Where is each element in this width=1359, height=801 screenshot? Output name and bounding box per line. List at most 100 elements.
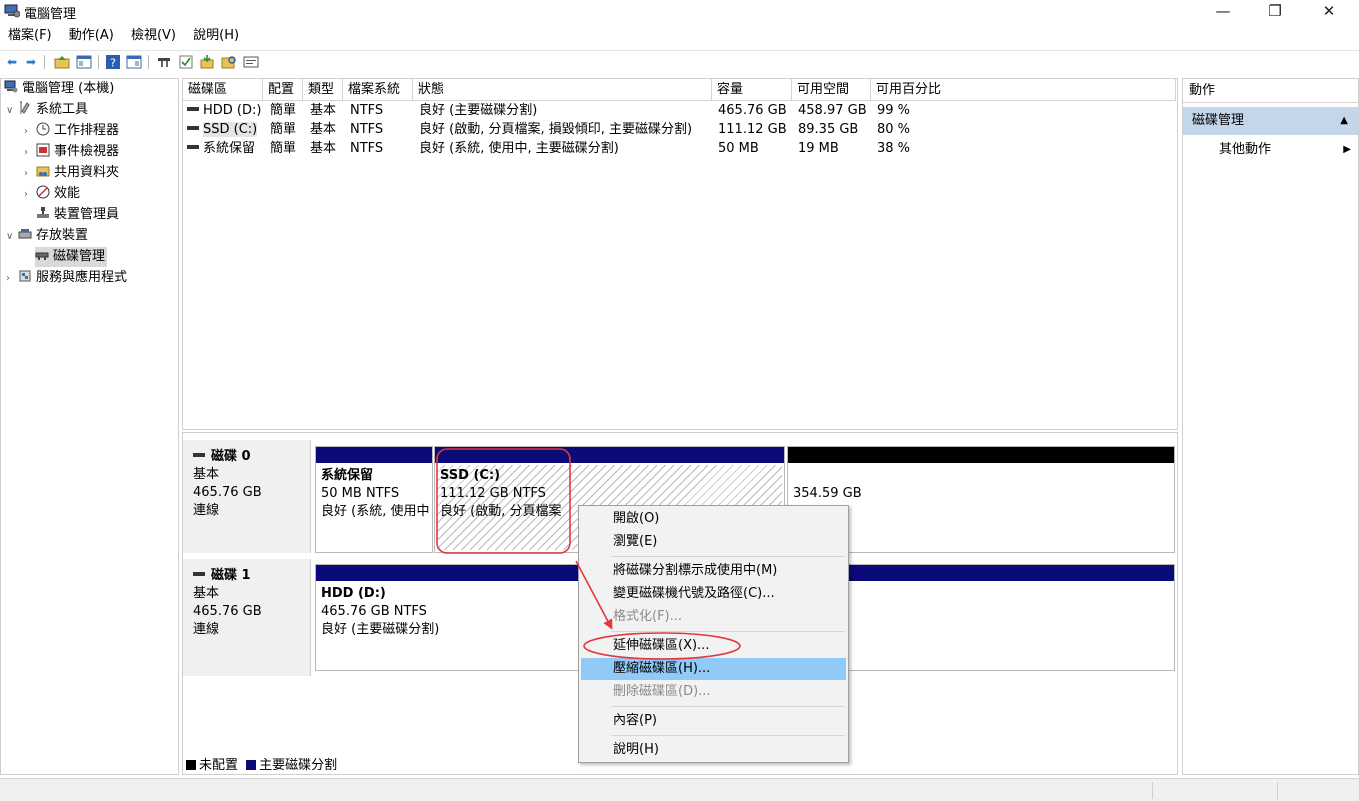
tree-label: 服務與應用程式 (36, 270, 128, 285)
cell-free-space: 19 MB (798, 141, 839, 156)
menu-item-change-drive-letter[interactable]: 變更磁碟機代號及路徑(C)... (581, 583, 846, 605)
chevron-right-icon[interactable]: › (6, 269, 18, 289)
menu-item-delete-volume[interactable]: 刪除磁碟區(D)... (581, 681, 846, 703)
partition-status: 良好 (系統, 使用中 (321, 504, 430, 519)
back-arrow-icon[interactable]: ⬅ (4, 54, 20, 70)
tree-item-performance[interactable]: › 效能 (24, 184, 80, 204)
close-icon: ✕ (1322, 2, 1336, 20)
disk-name: 磁碟 1 (211, 568, 251, 583)
menu-action[interactable]: 動作(A) (61, 26, 119, 46)
legend-swatch-primary (246, 760, 257, 770)
toolbar: ⬅ ➡ ? (0, 50, 1359, 72)
close-button[interactable]: ✕ (1306, 0, 1352, 24)
cell-percent-free: 80 % (877, 122, 911, 137)
menu-item-explore[interactable]: 瀏覽(E) (581, 531, 846, 553)
disk-0-label[interactable]: 磁碟 0 基本 465.76 GB 連線 (183, 440, 311, 553)
actions-pane: 動作 磁碟管理 ▲ 其他動作 ▶ (1182, 78, 1359, 775)
tree-item-task-scheduler[interactable]: › 工作排程器 (24, 121, 119, 141)
show-action-pane-icon[interactable] (126, 54, 142, 70)
show-hide-tree-icon[interactable] (76, 54, 92, 70)
tools-icon (20, 101, 30, 114)
col-header-filesystem[interactable]: 檔案系統 (343, 79, 413, 101)
restore-icon: ❐ (1268, 2, 1282, 20)
chevron-right-icon[interactable]: › (24, 164, 36, 184)
disk-status: 連線 (193, 503, 220, 518)
tree-item-event-viewer[interactable]: › 事件檢視器 (24, 142, 119, 162)
menu-item-format[interactable]: 格式化(F)... (581, 606, 846, 628)
forward-arrow-icon[interactable]: ➡ (23, 54, 39, 70)
tree-item-root[interactable]: 電腦管理 (本機) (4, 79, 114, 99)
cell-volume: SSD (C:) (187, 120, 258, 139)
connect-icon[interactable] (156, 54, 172, 70)
cell-capacity: 111.12 GB (718, 122, 787, 137)
more-actions-item[interactable]: 其他動作 ▶ (1219, 137, 1357, 163)
restore-button[interactable]: ❐ (1252, 0, 1298, 24)
tree-item-disk-management[interactable]: 磁碟管理 (35, 247, 108, 267)
tree-item-device-manager[interactable]: 裝置管理員 (36, 205, 119, 225)
check-icon[interactable] (178, 54, 194, 70)
legend-primary: 主要磁碟分割 (259, 758, 338, 773)
menu-item-open[interactable]: 開啟(O) (581, 508, 846, 530)
cell-filesystem: NTFS (350, 103, 384, 118)
minimize-button[interactable]: — (1200, 0, 1246, 24)
menu-item-properties[interactable]: 內容(P) (581, 710, 846, 732)
tree-item-system-tools[interactable]: ∨ 系統工具 (6, 100, 88, 120)
chevron-down-icon[interactable]: ∨ (6, 101, 18, 121)
tree-label: 效能 (54, 186, 81, 201)
partition-size: 50 MB NTFS (321, 486, 400, 501)
menu-item-shrink-volume[interactable]: 壓縮磁碟區(H)... (581, 658, 846, 680)
partition-color-bar (316, 447, 432, 463)
folder-search-icon[interactable] (221, 54, 237, 70)
col-header-type[interactable]: 類型 (303, 79, 343, 101)
up-folder-icon[interactable] (54, 54, 70, 70)
minimize-icon: — (1215, 2, 1231, 20)
tree-label: 系統工具 (36, 102, 89, 117)
chevron-right-icon: ▶ (1343, 144, 1351, 155)
menu-item-mark-active[interactable]: 將磁碟分割標示成使用中(M) (581, 560, 846, 582)
col-header-percent-free[interactable]: 可用百分比 (871, 79, 1176, 101)
actions-section-disk-management[interactable]: 磁碟管理 ▲ (1183, 107, 1358, 135)
col-header-status[interactable]: 狀態 (413, 79, 712, 101)
help-icon[interactable]: ? (105, 54, 121, 70)
menu-help[interactable]: 說明(H) (185, 26, 244, 46)
partition-system-reserved[interactable]: 系統保留 50 MB NTFS 良好 (系統, 使用中 (315, 446, 433, 553)
chevron-right-icon[interactable]: › (24, 122, 36, 142)
tree-label: 裝置管理員 (54, 207, 120, 222)
disk-size: 465.76 GB (193, 604, 262, 619)
disk-icon (193, 453, 205, 457)
cell-free-space: 89.35 GB (798, 122, 859, 137)
tree-label: 磁碟管理 (53, 249, 106, 264)
cell-volume: 系統保留 (187, 139, 255, 158)
tree-item-shared-folders[interactable]: › 共用資料夾 (24, 163, 119, 183)
col-header-free-space[interactable]: 可用空間 (792, 79, 871, 101)
col-header-capacity[interactable]: 容量 (712, 79, 792, 101)
clock-icon (36, 122, 50, 136)
computer-management-icon (4, 80, 18, 93)
tree-item-services-apps[interactable]: › 服務與應用程式 (6, 268, 127, 288)
partition-name: 系統保留 (321, 468, 374, 483)
console-tree: 電腦管理 (本機) ∨ 系統工具 › 工作排程器 › 事件檢視器 › 共用資料夾 › 效能… (0, 78, 179, 775)
disk-name: 磁碟 0 (211, 449, 251, 464)
device-manager-icon (37, 207, 49, 218)
collapse-up-icon[interactable]: ▲ (1340, 107, 1348, 135)
chevron-down-icon[interactable]: ∨ (6, 227, 18, 247)
tree-item-storage[interactable]: ∨ 存放裝置 (6, 226, 88, 246)
properties-icon[interactable] (243, 54, 259, 70)
partition-color-bar (435, 447, 784, 463)
cell-type: 基本 (310, 103, 337, 118)
chevron-right-icon[interactable]: › (24, 185, 36, 205)
cell-capacity: 465.76 GB (718, 103, 787, 118)
tree-label: 電腦管理 (本機) (22, 81, 115, 96)
disk-type: 基本 (193, 467, 220, 482)
menu-file[interactable]: 檔案(F) (0, 26, 57, 46)
chevron-right-icon[interactable]: › (24, 143, 36, 163)
disk-1-label[interactable]: 磁碟 1 基本 465.76 GB 連線 (183, 559, 311, 676)
legend: 未配置 主要磁碟分割 (184, 757, 337, 775)
import-icon[interactable] (199, 54, 215, 70)
menu-item-extend-volume[interactable]: 延伸磁碟區(X)... (581, 635, 846, 657)
col-header-layout[interactable]: 配置 (263, 79, 303, 101)
col-header-volume[interactable]: 磁碟區 (183, 79, 263, 101)
menu-view[interactable]: 檢視(V) (123, 26, 181, 46)
storage-icon (18, 229, 32, 239)
menu-item-help[interactable]: 說明(H) (581, 739, 846, 761)
